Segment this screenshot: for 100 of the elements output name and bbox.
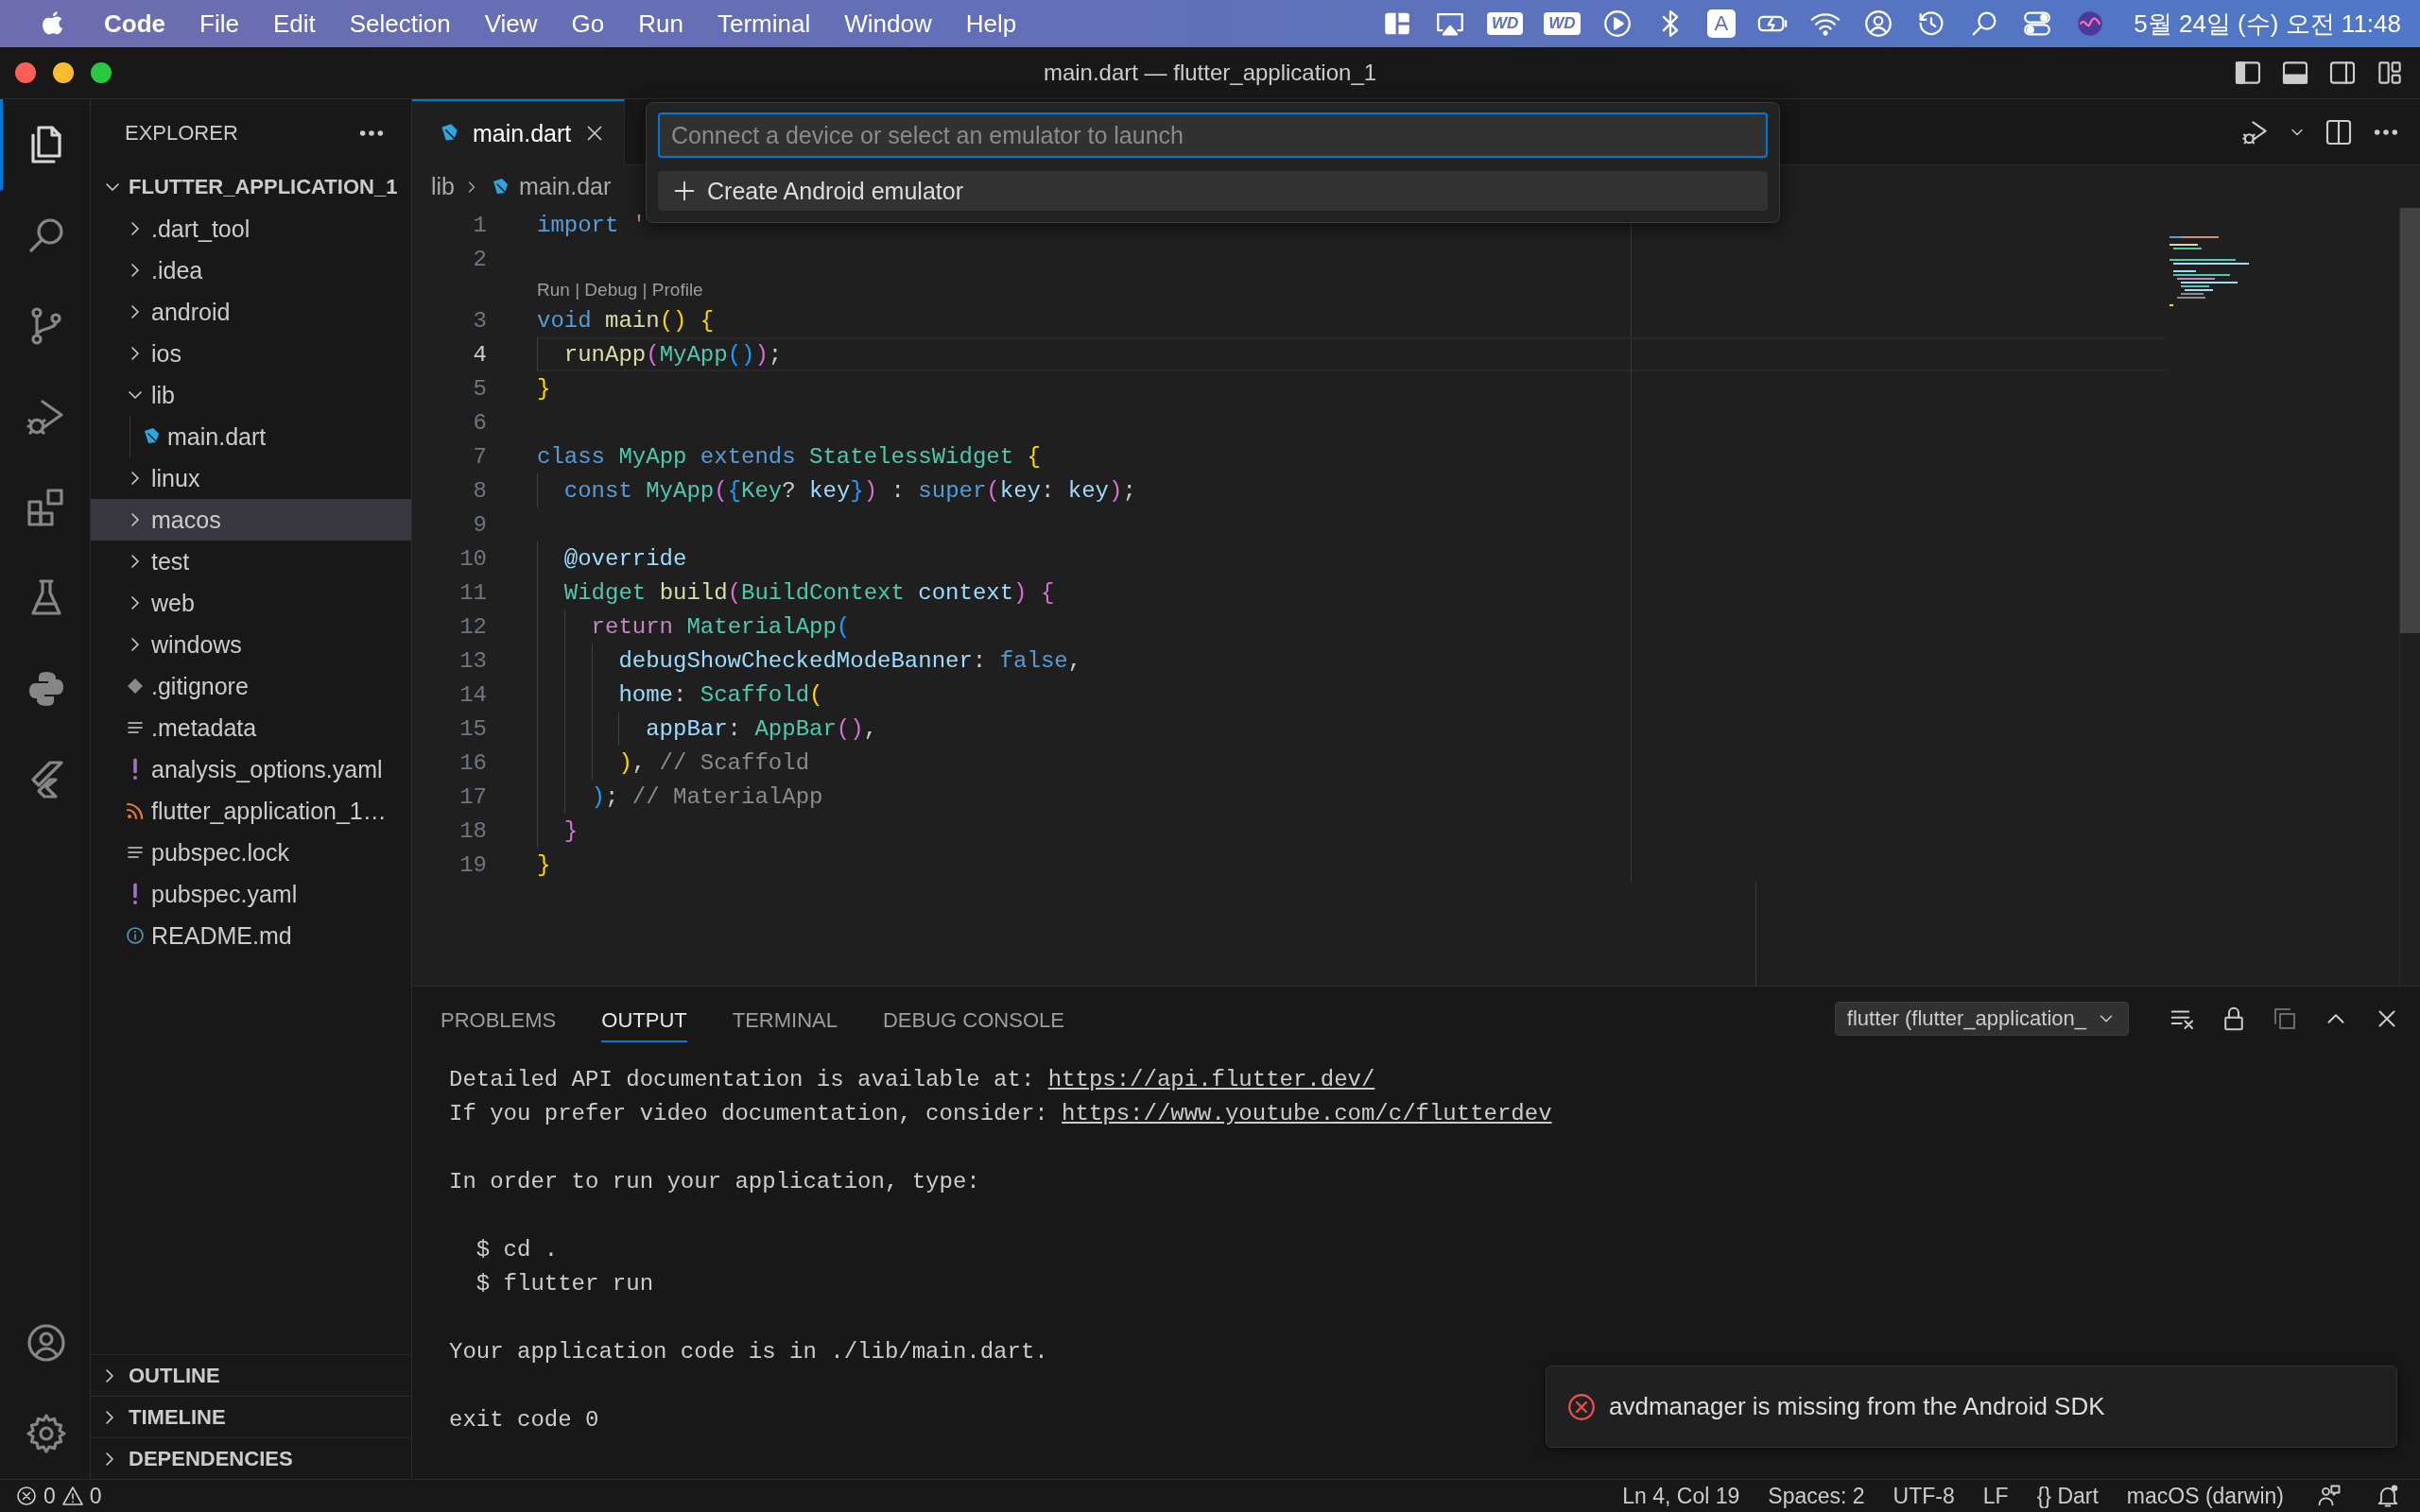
line-number: 13 bbox=[458, 647, 488, 674]
sidebar-title: EXPLORER bbox=[125, 120, 238, 146]
code-line: import ' bbox=[537, 211, 647, 240]
output-text: Your application code is in ./lib/main.dart. bbox=[449, 1338, 1048, 1365]
code-line: ), // Scaffold bbox=[618, 748, 810, 778]
tree-item[interactable]: macos bbox=[91, 499, 411, 541]
editor-tab[interactable]: main.dart bbox=[412, 99, 626, 165]
line-number: 8 bbox=[472, 477, 488, 504]
menu-item[interactable]: Terminal bbox=[700, 9, 828, 39]
line-number: 12 bbox=[458, 613, 488, 640]
code-line: home: Scaffold( bbox=[618, 680, 823, 710]
panel-tab[interactable]: OUTPUT bbox=[601, 998, 687, 1042]
tree-item[interactable]: windows bbox=[91, 624, 411, 665]
code-line: } bbox=[537, 850, 551, 880]
quick-pick-item[interactable]: Create Android emulator bbox=[658, 171, 1768, 211]
menu-bar-clock[interactable]: 5월 24일 (수) 오전 11:48 bbox=[2134, 7, 2401, 41]
line-number: 5 bbox=[472, 375, 488, 402]
code-line: } bbox=[537, 374, 551, 404]
breadcrumb-item[interactable]: lib bbox=[431, 173, 455, 200]
status-item[interactable]: UTF-8 bbox=[1893, 1483, 1955, 1509]
line-number: 19 bbox=[458, 851, 488, 878]
code-line: } bbox=[563, 816, 579, 846]
tree-item[interactable]: web bbox=[91, 582, 411, 624]
error-icon bbox=[15, 1485, 38, 1507]
tree-item[interactable]: .idea bbox=[91, 249, 411, 291]
tree-item[interactable]: flutter_application_1… bbox=[91, 790, 411, 832]
scrollbar-thumb[interactable] bbox=[2400, 208, 2420, 633]
status-item[interactable]: {} Dart bbox=[2036, 1483, 2099, 1509]
panel-tab[interactable]: PROBLEMS bbox=[441, 998, 557, 1042]
tree-item[interactable]: pubspec.yaml bbox=[91, 873, 411, 915]
status-item[interactable]: Ln 4, Col 19 bbox=[1622, 1483, 1740, 1509]
output-text: $ flutter run bbox=[475, 1270, 654, 1297]
panel-tab[interactable]: DEBUG CONSOLE bbox=[882, 998, 1064, 1042]
window-title: main.dart — flutter_application_1 bbox=[1043, 60, 1377, 85]
zoom-button[interactable] bbox=[91, 62, 112, 83]
search-field[interactable]: Connect a device or select an emulator to launch bbox=[658, 112, 1768, 158]
output-link[interactable]: https://api.flutter.dev/ bbox=[1047, 1066, 1375, 1092]
tree-item[interactable]: analysis_options.yaml bbox=[91, 748, 411, 790]
tree-item[interactable]: linux bbox=[91, 457, 411, 499]
line-number: 16 bbox=[458, 749, 488, 776]
menu-item[interactable]: Edit bbox=[255, 9, 333, 39]
menu-item[interactable]: Go bbox=[554, 9, 622, 39]
output-text: Detailed API documentation is available at: bbox=[449, 1066, 1035, 1092]
line-number: 10 bbox=[458, 545, 488, 572]
code-line: runApp(MyApp()); bbox=[563, 340, 783, 369]
code-line: return MaterialApp( bbox=[591, 612, 851, 642]
panel-tab[interactable]: TERMINAL bbox=[732, 998, 838, 1042]
info-icon bbox=[124, 924, 147, 947]
tree-item[interactable]: .gitignore bbox=[91, 665, 411, 707]
code-line: class MyApp extends StatelessWidget { bbox=[537, 442, 1041, 472]
tree-item[interactable]: .dart_tool bbox=[91, 208, 411, 249]
menu-item[interactable]: Selection bbox=[332, 9, 468, 39]
code-line: appBar: AppBar(), bbox=[646, 714, 878, 744]
menu-item[interactable]: Run bbox=[621, 9, 700, 39]
line-number: 17 bbox=[458, 783, 488, 810]
codelens[interactable]: Run | Debug | Profile bbox=[537, 279, 703, 301]
notification-message: avdmanager is missing from the Android SDK bbox=[1609, 1392, 2105, 1421]
input-source-indicator[interactable]: A bbox=[1706, 9, 1737, 38]
exclamation-icon bbox=[132, 758, 138, 781]
exclamation-icon bbox=[132, 883, 138, 905]
menu-item[interactable]: Code bbox=[87, 9, 182, 39]
line-number: 15 bbox=[458, 715, 488, 742]
section-header[interactable]: TIMELINE bbox=[91, 1396, 411, 1437]
status-item[interactable]: LF bbox=[1982, 1483, 2009, 1509]
tree-item[interactable]: lib bbox=[91, 374, 411, 416]
minimize-button[interactable] bbox=[53, 62, 74, 83]
section-header[interactable]: OUTLINE bbox=[91, 1354, 411, 1396]
line-number: 3 bbox=[472, 307, 488, 334]
drive-indicator[interactable]: WD bbox=[1544, 12, 1581, 35]
menu-item[interactable]: Help bbox=[948, 9, 1034, 39]
output-channel-dropdown[interactable]: flutter (flutter_application_ bbox=[1834, 1001, 2129, 1036]
tree-item[interactable]: ios bbox=[91, 333, 411, 374]
tree-item[interactable]: .metadata bbox=[91, 707, 411, 748]
drive-indicator[interactable]: WD bbox=[1486, 12, 1524, 35]
tree-item[interactable]: android bbox=[91, 291, 411, 333]
output-text: If you prefer video documentation, consider: bbox=[449, 1100, 1048, 1126]
output-text: $ cd . bbox=[475, 1236, 559, 1263]
line-number: 9 bbox=[472, 511, 488, 538]
line-number: 7 bbox=[472, 443, 488, 470]
tree-item[interactable]: test bbox=[91, 541, 411, 582]
menu-item[interactable]: File bbox=[182, 9, 256, 39]
close-window-button[interactable] bbox=[15, 62, 36, 83]
menu-item[interactable]: Window bbox=[827, 9, 949, 39]
output-text: In order to run your application, type: bbox=[449, 1168, 980, 1194]
folder-header[interactable]: FLUTTER_APPLICATION_1 bbox=[91, 166, 411, 208]
line-number: 11 bbox=[458, 579, 488, 606]
settings-icon bbox=[24, 1411, 69, 1456]
status-item[interactable]: Spaces: 2 bbox=[1768, 1483, 1865, 1509]
line-number: 18 bbox=[458, 817, 488, 844]
line-number: 6 bbox=[472, 409, 488, 436]
code-line: const MyApp({Key? key}) : super(key: key); bbox=[563, 476, 1136, 506]
tree-item[interactable]: pubspec.lock bbox=[91, 832, 411, 873]
menu-item[interactable]: View bbox=[467, 9, 555, 39]
problems-indicator[interactable]: 0 0 bbox=[15, 1483, 102, 1509]
tree-item[interactable]: main.dart bbox=[91, 416, 411, 457]
output-link[interactable]: https://www.youtube.com/c/flutterdev bbox=[1062, 1100, 1552, 1126]
status-item[interactable]: macOS (darwin) bbox=[2126, 1483, 2284, 1509]
code-line: Widget build(BuildContext context) { bbox=[563, 578, 1055, 608]
tree-item[interactable]: README.md bbox=[91, 915, 411, 956]
breadcrumb-item[interactable]: main.dar bbox=[519, 173, 612, 200]
